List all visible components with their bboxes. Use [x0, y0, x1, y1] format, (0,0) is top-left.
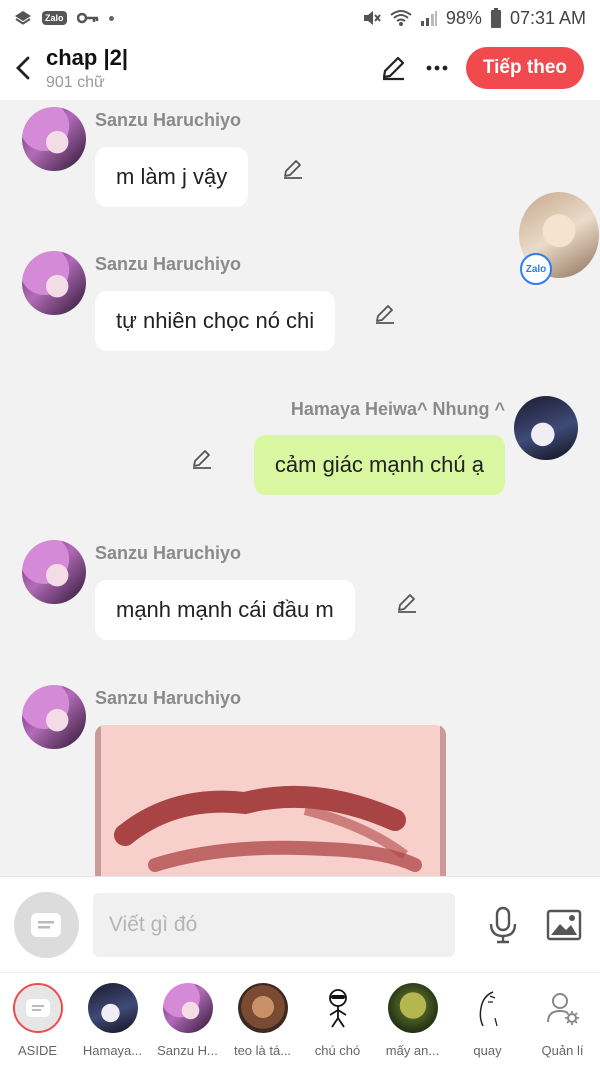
character-label: Hamaya...: [82, 1043, 143, 1058]
sender-name: Hamaya Heiwa^ Nhung ^: [290, 399, 505, 419]
sanzu-avatar[interactable]: [22, 107, 86, 171]
edit-message-icon[interactable]: [281, 157, 305, 181]
character-label: Sanzu H...: [157, 1043, 218, 1058]
sanzu-avatar[interactable]: [22, 540, 86, 604]
edit-title-button[interactable]: [378, 53, 408, 83]
chapter-title[interactable]: chap |2|: [46, 45, 128, 71]
aside-icon: [12, 983, 63, 1033]
message-input[interactable]: [92, 892, 456, 957]
image-message[interactable]: [95, 725, 446, 876]
may-an-avatar: [387, 983, 438, 1033]
sanzu-avatar[interactable]: [22, 685, 86, 749]
image-upload-button[interactable]: [543, 903, 586, 947]
clock: 07:31 AM: [509, 7, 586, 28]
wifi-icon: [390, 10, 412, 26]
character-bar: ASIDE Hamaya... Sanzu H... teo là tá... …: [0, 972, 600, 1067]
teo-avatar: [237, 983, 288, 1033]
more-options-button[interactable]: [422, 53, 452, 83]
sketch-avatar: [462, 983, 513, 1033]
character-label: ASIDE: [17, 1043, 57, 1058]
character-manage[interactable]: Quản lí: [525, 973, 600, 1067]
character-hamaya[interactable]: Hamaya...: [75, 973, 150, 1067]
story-header: chap |2| 901 chữ Tiếp theo: [0, 36, 600, 100]
sender-name: Sanzu Haruchiyo: [95, 254, 242, 274]
character-sanzu[interactable]: Sanzu H...: [150, 973, 225, 1067]
signal-icon: [420, 11, 437, 26]
sanzu-avatar: [162, 983, 213, 1033]
next-button[interactable]: Tiếp theo: [465, 47, 584, 89]
character-label: teo là tá...: [233, 1043, 292, 1058]
sender-name: Sanzu Haruchiyo: [95, 688, 242, 708]
character-teo[interactable]: teo là tá...: [225, 973, 300, 1067]
image-icon: [547, 909, 582, 940]
character-label: quay: [473, 1043, 502, 1058]
battery-icon: [490, 8, 501, 28]
battery-percent: 98%: [445, 7, 482, 28]
word-count: 901 chữ: [46, 73, 105, 91]
character-aside[interactable]: ASIDE: [0, 973, 75, 1067]
sender-name: Sanzu Haruchiyo: [95, 110, 242, 130]
image-content: [114, 785, 422, 872]
message-bubble[interactable]: cảm giác mạnh chú ạ: [253, 435, 505, 495]
sanzu-avatar[interactable]: [22, 251, 86, 315]
message-bubble[interactable]: m làm j vậy: [95, 147, 249, 207]
edit-message-icon[interactable]: [395, 591, 419, 615]
mute-icon: [363, 11, 381, 25]
more-notifications-dot: [108, 15, 114, 21]
manage-user-icon: [537, 983, 588, 1033]
zalo-notification-icon: Zalo: [42, 11, 67, 25]
aside-toggle-button[interactable]: [14, 891, 79, 958]
character-label: mấy an...: [385, 1043, 440, 1058]
message-box-icon: [31, 912, 62, 937]
message-bubble[interactable]: tự nhiên chọc nó chi: [95, 291, 336, 351]
layers-icon: [15, 11, 31, 25]
character-quay[interactable]: quay: [450, 973, 525, 1067]
chevron-left-icon: [16, 56, 30, 80]
edit-message-icon[interactable]: [373, 302, 397, 326]
composer: [0, 876, 600, 972]
hamaya-avatar: [87, 983, 138, 1033]
character-label: Quản lí: [541, 1043, 584, 1058]
pencil-icon: [382, 56, 404, 81]
zalo-logo-icon: Zalo: [520, 253, 552, 285]
back-button[interactable]: [0, 36, 46, 100]
status-bar: Zalo 98% 07:31 AM: [0, 0, 600, 36]
character-may-an[interactable]: mấy an...: [375, 973, 450, 1067]
sender-name: Sanzu Haruchiyo: [95, 543, 242, 563]
voice-button[interactable]: [481, 903, 524, 947]
chat-area[interactable]: Sanzu Haruchiyo m làm j vậy Zalo Sanzu H…: [0, 100, 600, 876]
character-chu-cho[interactable]: chú chó: [300, 973, 375, 1067]
hamaya-avatar[interactable]: [514, 396, 578, 460]
more-horizontal-icon: [426, 65, 448, 71]
character-label: chú chó: [314, 1043, 361, 1058]
stick-figure-avatar: [312, 983, 363, 1033]
key-icon: [76, 12, 98, 24]
microphone-icon: [489, 906, 517, 943]
message-bubble[interactable]: mạnh mạnh cái đầu m: [95, 580, 355, 640]
edit-message-icon[interactable]: [190, 447, 214, 471]
